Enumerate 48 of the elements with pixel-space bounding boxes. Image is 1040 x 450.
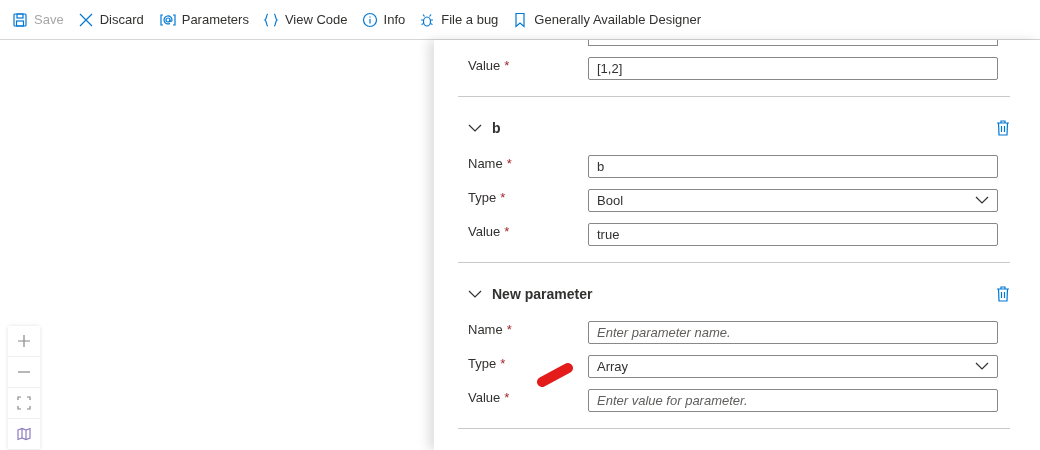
input-field[interactable]: [1,2] [588, 56, 998, 80]
code-button[interactable]: View Code [262, 11, 348, 28]
field-label: Type [468, 190, 497, 205]
zoom-in-button[interactable] [8, 326, 40, 357]
chevron-icon [975, 362, 989, 370]
required-mark: * [506, 322, 512, 337]
fit-view-icon [17, 396, 31, 410]
type-dropdown[interactable]: Array [588, 354, 998, 378]
chevron-icon [975, 196, 989, 204]
required-mark: * [504, 390, 510, 405]
input-field[interactable]: true [588, 222, 998, 246]
required-mark: * [500, 190, 506, 205]
field-label: Name [468, 156, 503, 171]
annotation-mark [536, 362, 576, 388]
minimap-button[interactable] [8, 419, 40, 450]
info-icon [361, 11, 378, 28]
required-mark: * [500, 356, 506, 371]
input-field[interactable]: Enter value for parameter. [588, 388, 998, 412]
trash-icon[interactable] [996, 120, 1010, 136]
field-label: Value [468, 224, 501, 239]
trash-icon[interactable] [996, 286, 1010, 302]
field-label: Value [468, 390, 501, 405]
braces-icon [262, 11, 279, 28]
bug-icon [419, 11, 436, 28]
field-label: Value [468, 58, 501, 73]
plus-icon [17, 334, 31, 348]
type-dropdown[interactable]: Bool [588, 188, 998, 212]
info-button[interactable]: Info [361, 11, 406, 28]
required-mark: * [504, 58, 510, 73]
field-label: Name [468, 322, 503, 337]
input-field[interactable]: Enter parameter name. [588, 320, 998, 344]
bookmark-button[interactable]: Generally Available Designer [512, 11, 702, 28]
field-label: Type [468, 356, 497, 371]
save-icon [12, 11, 28, 28]
input-field[interactable]: b [588, 154, 998, 178]
map-icon [17, 427, 31, 441]
at-bracket-icon [157, 11, 176, 28]
section-header[interactable]: New parameter [468, 286, 593, 302]
required-mark: * [506, 156, 512, 171]
bug-button[interactable]: File a bug [419, 11, 499, 28]
fit-button[interactable] [8, 388, 40, 419]
zoom-out-button[interactable] [8, 357, 40, 388]
input-field[interactable] [588, 40, 998, 46]
close-icon [77, 11, 94, 28]
discard-button[interactable]: Discard [77, 11, 144, 28]
section-header[interactable]: b [468, 120, 501, 136]
required-mark: * [504, 224, 510, 239]
parameters-button[interactable]: Parameters [157, 11, 249, 28]
